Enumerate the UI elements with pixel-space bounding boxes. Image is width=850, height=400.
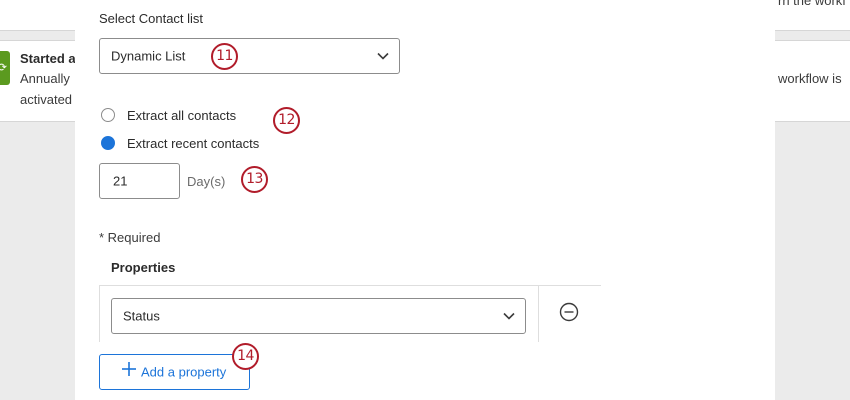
background-right-top-text: rn the workf <box>778 0 846 8</box>
days-unit-label: Day(s) <box>187 174 226 189</box>
chevron-down-icon <box>503 312 515 320</box>
contact-list-select[interactable]: Dynamic List <box>99 38 400 74</box>
plus-icon <box>122 362 136 376</box>
add-property-button[interactable]: Add a property <box>99 354 250 390</box>
properties-column-divider <box>538 286 539 342</box>
required-note: * Required <box>99 230 161 245</box>
workflow-description-line2: activated <box>20 92 73 107</box>
days-input[interactable]: 21 <box>99 163 180 199</box>
properties-divider <box>99 285 601 286</box>
radio-extract-all-label[interactable]: Extract all contacts <box>127 108 236 123</box>
chevron-down-icon <box>377 52 389 60</box>
radio-extract-recent[interactable] <box>101 136 115 150</box>
contact-list-label: Select Contact list <box>99 11 204 26</box>
workflow-icon: ⟳ <box>0 51 10 85</box>
properties-left-border <box>99 286 100 342</box>
annotation-badge-14: 14 <box>232 343 259 370</box>
contact-list-selected-value: Dynamic List <box>111 48 186 64</box>
remove-property-icon[interactable] <box>559 302 579 322</box>
properties-header: Properties <box>111 260 176 275</box>
radio-extract-all[interactable] <box>101 108 115 122</box>
extract-contacts-modal: Select Contact list Dynamic List 11 Extr… <box>75 0 775 400</box>
workflow-title: Started a <box>20 51 76 66</box>
property-selected-value: Status <box>123 308 160 324</box>
background-right-mid-text: workflow is <box>778 71 842 86</box>
workflow-description-line1: Annually <box>20 71 70 86</box>
days-input-value: 21 <box>113 173 128 189</box>
property-select[interactable]: Status <box>111 298 526 334</box>
annotation-badge-12: 12 <box>273 107 300 134</box>
radio-extract-recent-label[interactable]: Extract recent contacts <box>127 136 259 151</box>
annotation-badge-11: 11 <box>211 43 238 70</box>
add-property-label: Add a property <box>141 364 227 380</box>
annotation-badge-13: 13 <box>241 166 268 193</box>
